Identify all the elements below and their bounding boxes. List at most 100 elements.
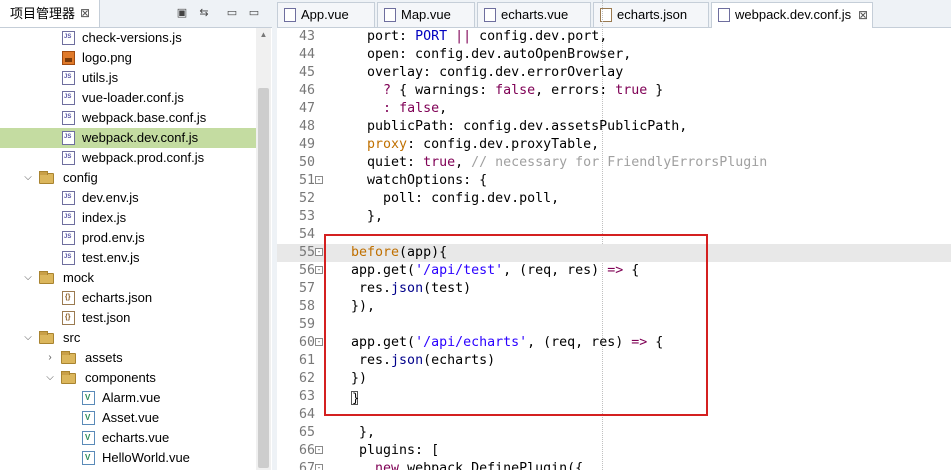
- bracket-match-cursor: }: [351, 391, 360, 405]
- code-text: }): [335, 371, 368, 386]
- tree-item-label: echarts.vue: [102, 430, 170, 445]
- tree-file[interactable]: test.env.js: [0, 248, 256, 268]
- line-number: 66: [298, 443, 315, 458]
- tree-file[interactable]: utils.js: [0, 68, 256, 88]
- line-number: 67: [298, 461, 315, 470]
- code-line[interactable]: 43 port: PORT || config.dev.port,: [277, 28, 951, 46]
- code-line[interactable]: 62 }): [277, 370, 951, 388]
- tree-scrollbar[interactable]: ▲: [256, 28, 271, 470]
- tree-file[interactable]: webpack.dev.conf.js: [0, 128, 256, 148]
- code-line[interactable]: 47 : false,: [277, 100, 951, 118]
- code-line[interactable]: 44 open: config.dev.autoOpenBrowser,: [277, 46, 951, 64]
- code-line[interactable]: 55- before(app){: [277, 244, 951, 262]
- code-line[interactable]: 50 quiet: true, // necessary for Friendl…: [277, 154, 951, 172]
- code-line[interactable]: 58 }),: [277, 298, 951, 316]
- tree-file[interactable]: dev.env.js: [0, 188, 256, 208]
- fold-toggle-icon[interactable]: -: [315, 464, 323, 470]
- code-line[interactable]: 51- watchOptions: {: [277, 172, 951, 190]
- tree-folder[interactable]: ⌵ config: [0, 168, 256, 188]
- code-line[interactable]: 56- app.get('/api/test', (req, res) => {: [277, 262, 951, 280]
- js-file-icon: [62, 251, 75, 265]
- tree-item-label: mock: [63, 270, 95, 285]
- code-line[interactable]: 67- new webpack.DefinePlugin({: [277, 460, 951, 470]
- editor-tab[interactable]: echarts.vue: [477, 2, 591, 27]
- tree-file[interactable]: HelloWorld.vue: [0, 448, 256, 468]
- editor-tab[interactable]: App.vue: [277, 2, 375, 27]
- editor-tab[interactable]: webpack.dev.conf.js ⊠: [711, 2, 873, 28]
- code-text: app.get('/api/echarts', (req, res) => {: [335, 335, 664, 350]
- tree-file[interactable]: Alarm.vue: [0, 388, 256, 408]
- js-file-icon: [62, 71, 75, 85]
- editor-tab[interactable]: Map.vue: [377, 2, 475, 27]
- tree-file[interactable]: Asset.vue: [0, 408, 256, 428]
- fold-toggle-icon[interactable]: -: [315, 176, 323, 184]
- code-line[interactable]: 45 overlay: config.dev.errorOverlay: [277, 64, 951, 82]
- code-text: res.json(echarts): [335, 353, 496, 368]
- code-line[interactable]: 66- plugins: [: [277, 442, 951, 460]
- js-file-icon: [62, 211, 75, 225]
- collapsed-arrow-icon[interactable]: ›: [44, 348, 56, 368]
- code-line[interactable]: 60- app.get('/api/echarts', (req, res) =…: [277, 334, 951, 352]
- line-number: 54: [298, 227, 315, 242]
- tree-item-label: src: [63, 330, 81, 345]
- close-icon[interactable]: ⊠: [858, 3, 868, 27]
- link-editor-icon[interactable]: ⇆: [198, 7, 210, 19]
- fold-toggle-icon[interactable]: -: [315, 338, 323, 346]
- line-number: 65: [298, 425, 315, 440]
- fold-toggle-icon[interactable]: -: [315, 266, 323, 274]
- line-number: 45: [298, 65, 315, 80]
- code-line[interactable]: 46 ? { warnings: false, errors: true }: [277, 82, 951, 100]
- code-line[interactable]: 61 res.json(echarts): [277, 352, 951, 370]
- line-number: 46: [298, 83, 315, 98]
- editor-tab-label: echarts.vue: [501, 7, 569, 22]
- code-line[interactable]: 65 },: [277, 424, 951, 442]
- tree-file[interactable]: check-versions.js: [0, 28, 256, 48]
- tree-item-label: Alarm.vue: [102, 390, 161, 405]
- collapse-all-icon[interactable]: ▣: [176, 7, 188, 19]
- code-line[interactable]: 57 res.json(test): [277, 280, 951, 298]
- code-line[interactable]: 52 poll: config.dev.poll,: [277, 190, 951, 208]
- code-text: quiet: true, // necessary for FriendlyEr…: [335, 155, 768, 170]
- js-file-icon: [62, 151, 75, 165]
- code-editor[interactable]: App.vue Map.vue echarts.vue echarts.json web…: [277, 0, 951, 470]
- tree-file[interactable]: index.js: [0, 208, 256, 228]
- code-line[interactable]: 49 proxy: config.dev.proxyTable,: [277, 136, 951, 154]
- tree-folder[interactable]: ⌵ mock: [0, 268, 256, 288]
- tree-file[interactable]: echarts.vue: [0, 428, 256, 448]
- code-text: proxy: config.dev.proxyTable,: [335, 137, 600, 152]
- close-icon[interactable]: ⊠: [80, 0, 90, 27]
- line-number: 60: [298, 335, 315, 350]
- folder-icon: [61, 351, 76, 364]
- scrollbar-thumb[interactable]: [258, 88, 269, 468]
- code-line[interactable]: 53 },: [277, 208, 951, 226]
- editor-tab[interactable]: echarts.json: [593, 2, 709, 27]
- code-line[interactable]: 64: [277, 406, 951, 424]
- tree-file[interactable]: echarts.json: [0, 288, 256, 308]
- js-file-icon: [718, 8, 730, 22]
- fold-toggle-icon[interactable]: -: [315, 248, 323, 256]
- explorer-tab[interactable]: 项目管理器 ⊠: [0, 0, 100, 27]
- code-line[interactable]: 59: [277, 316, 951, 334]
- expanded-arrow-icon[interactable]: ⌵: [22, 268, 34, 288]
- tree-folder[interactable]: › assets: [0, 348, 256, 368]
- tree-file[interactable]: test.json: [0, 308, 256, 328]
- tree-file[interactable]: webpack.base.conf.js: [0, 108, 256, 128]
- minimize-icon[interactable]: ▭: [226, 7, 238, 19]
- expanded-arrow-icon[interactable]: ⌵: [22, 328, 34, 348]
- fold-toggle-icon[interactable]: -: [315, 446, 323, 454]
- code-line[interactable]: 63 }: [277, 388, 951, 406]
- tree-file[interactable]: vue-loader.conf.js: [0, 88, 256, 108]
- expanded-arrow-icon[interactable]: ⌵: [44, 368, 56, 388]
- code-area[interactable]: 43 port: PORT || config.dev.port, 44 open…: [277, 28, 951, 470]
- maximize-icon[interactable]: ▭: [248, 7, 260, 19]
- code-text: : false,: [383, 101, 448, 116]
- code-line[interactable]: 48 publicPath: config.dev.assetsPublicPa…: [277, 118, 951, 136]
- tree-folder[interactable]: ⌵ src: [0, 328, 256, 348]
- tree-folder[interactable]: ⌵ components: [0, 368, 256, 388]
- tree-file[interactable]: webpack.prod.conf.js: [0, 148, 256, 168]
- tree-file[interactable]: prod.env.js: [0, 228, 256, 248]
- expanded-arrow-icon[interactable]: ⌵: [22, 168, 34, 188]
- scroll-up-icon[interactable]: ▲: [256, 28, 271, 42]
- tree-file[interactable]: logo.png: [0, 48, 256, 68]
- code-line[interactable]: 54: [277, 226, 951, 244]
